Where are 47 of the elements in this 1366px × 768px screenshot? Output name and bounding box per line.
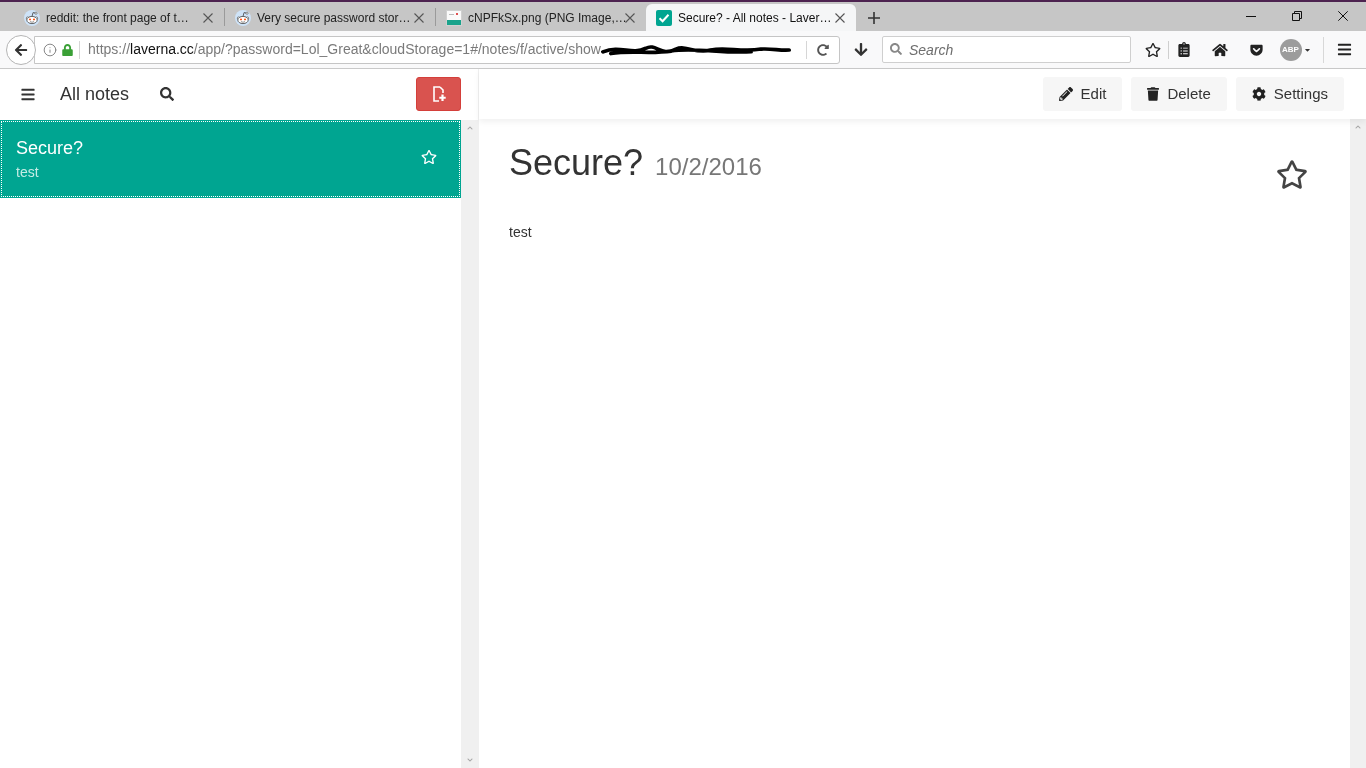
checkmark-icon xyxy=(656,9,672,26)
note-title: Secure? xyxy=(16,137,85,159)
note-body: test xyxy=(509,223,533,242)
browser-tab[interactable]: Very secure password stor… xyxy=(225,4,435,31)
alien-icon xyxy=(24,9,40,26)
arrow-left-icon xyxy=(14,42,28,57)
close-icon[interactable] xyxy=(835,12,845,23)
address-bar[interactable]: https://laverna.cc/app/?password=Lol_Great&cloudStorage=1#/notes/f/active/show xyxy=(34,35,840,64)
new-document-icon xyxy=(431,86,446,102)
back-button[interactable] xyxy=(6,34,36,65)
browser-tab[interactable]: Secure? - All notes - Laver… xyxy=(646,4,856,31)
home-icon[interactable] xyxy=(1212,42,1228,57)
note-preview: test xyxy=(16,163,40,181)
note-date: 10/2/2016 xyxy=(655,152,762,182)
minimize-icon[interactable] xyxy=(1246,15,1256,17)
info-icon[interactable] xyxy=(43,42,57,57)
search-icon xyxy=(890,43,902,55)
menu-icon[interactable] xyxy=(20,86,36,102)
close-icon[interactable] xyxy=(1338,11,1348,21)
note-heading: Secure? xyxy=(509,141,644,185)
toolbar-button[interactable]: Delete xyxy=(1131,77,1227,111)
download-icon[interactable] xyxy=(854,42,868,57)
scrollbar[interactable] xyxy=(1350,119,1366,768)
clipboard-list-icon[interactable] xyxy=(1178,42,1190,57)
url-text: https://laverna.cc/app/?password=Lol_Great&cloudStorage=1#/notes/f/active/show xyxy=(88,40,601,59)
new-note-button[interactable] xyxy=(416,77,461,111)
gear-icon xyxy=(1251,87,1266,101)
star-icon[interactable] xyxy=(421,149,437,165)
image-thumbnail-icon xyxy=(446,9,462,26)
pencil-icon xyxy=(1058,87,1073,101)
browser-tab[interactable]: cNPFkSx.png (PNG Image,… xyxy=(436,4,646,31)
alien-icon xyxy=(235,9,251,26)
toolbar-button[interactable]: Settings xyxy=(1235,77,1344,111)
trash-icon xyxy=(1147,87,1160,101)
pocket-icon[interactable] xyxy=(1248,42,1264,57)
search-field[interactable]: Search xyxy=(882,36,1131,63)
star-icon[interactable] xyxy=(1276,159,1308,190)
plus-icon[interactable] xyxy=(868,11,880,24)
star-icon[interactable] xyxy=(1145,41,1161,58)
lock-icon[interactable] xyxy=(62,43,73,56)
browser-tab[interactable]: reddit: the front page of t… xyxy=(14,4,224,31)
menu-icon[interactable] xyxy=(1335,42,1353,57)
list-title: All notes xyxy=(60,82,130,106)
toolbar-button[interactable]: Edit xyxy=(1042,77,1123,111)
search-icon[interactable] xyxy=(160,87,175,101)
restore-icon[interactable] xyxy=(1292,11,1302,21)
reload-icon[interactable] xyxy=(817,43,829,56)
